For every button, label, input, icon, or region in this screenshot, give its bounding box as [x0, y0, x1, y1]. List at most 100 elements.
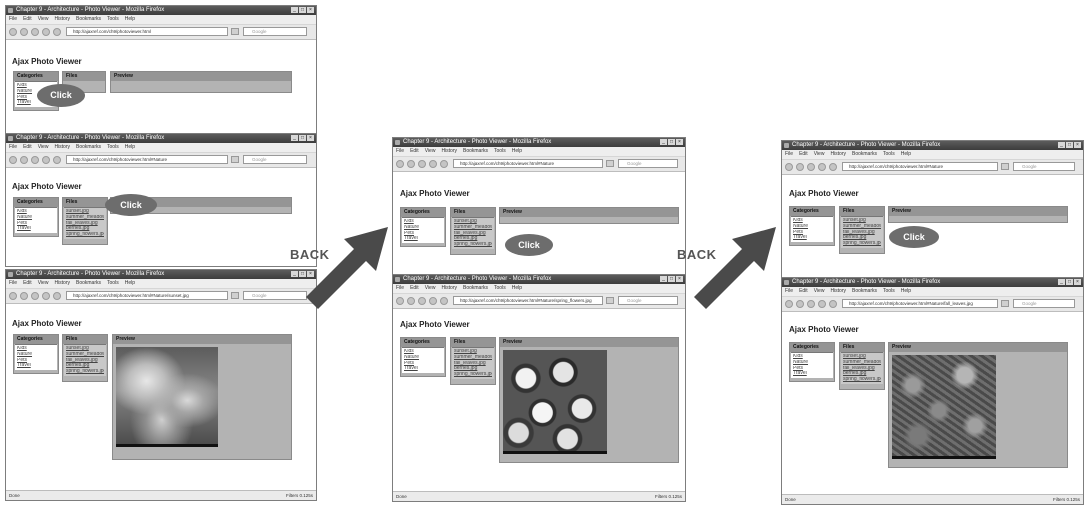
minimize-button[interactable]: _	[1058, 142, 1065, 148]
forward-button-icon[interactable]	[796, 163, 804, 171]
maximize-button[interactable]: □	[299, 135, 306, 141]
close-button[interactable]: ×	[676, 276, 683, 282]
stop-icon[interactable]	[818, 163, 826, 171]
forward-button-icon[interactable]	[20, 28, 28, 36]
menu-tools[interactable]: Tools	[883, 288, 895, 294]
menu-bookmarks[interactable]: Bookmarks	[76, 16, 101, 22]
menu-file[interactable]: File	[396, 148, 404, 154]
forward-button-icon[interactable]	[407, 297, 415, 305]
menu-tools[interactable]: Tools	[883, 151, 895, 157]
close-button[interactable]: ×	[307, 135, 314, 141]
menu-bookmarks[interactable]: Bookmarks	[852, 288, 877, 294]
minimize-button[interactable]: _	[660, 276, 667, 282]
minimize-button[interactable]: _	[291, 271, 298, 277]
menu-view[interactable]: View	[38, 280, 49, 286]
home-icon[interactable]	[440, 160, 448, 168]
reload-icon[interactable]	[418, 160, 426, 168]
forward-button-icon[interactable]	[20, 292, 28, 300]
back-button-icon[interactable]	[396, 160, 404, 168]
address-bar[interactable]: http://ajaxref.com/ch9/photoviewer.html#…	[842, 299, 998, 308]
menu-file[interactable]: File	[9, 144, 17, 150]
menu-bookmarks[interactable]: Bookmarks	[463, 148, 488, 154]
home-icon[interactable]	[829, 300, 837, 308]
menu-bookmarks[interactable]: Bookmarks	[76, 144, 101, 150]
menu-edit[interactable]: Edit	[799, 288, 808, 294]
stop-icon[interactable]	[42, 156, 50, 164]
go-button[interactable]	[231, 28, 239, 35]
reload-icon[interactable]	[807, 163, 815, 171]
search-input[interactable]: Google	[243, 27, 307, 36]
menu-view[interactable]: View	[814, 288, 825, 294]
menu-file[interactable]: File	[396, 285, 404, 291]
reload-icon[interactable]	[31, 156, 39, 164]
home-icon[interactable]	[829, 163, 837, 171]
menu-history[interactable]: History	[54, 144, 70, 150]
menu-history[interactable]: History	[830, 151, 846, 157]
address-bar[interactable]: http://ajaxref.com/ch9/photoviewer.html#…	[842, 162, 998, 171]
menu-edit[interactable]: Edit	[23, 16, 32, 22]
menu-view[interactable]: View	[425, 285, 436, 291]
menu-view[interactable]: View	[38, 144, 49, 150]
search-input[interactable]: Google	[1013, 299, 1075, 308]
back-button-icon[interactable]	[9, 156, 17, 164]
menu-file[interactable]: File	[9, 280, 17, 286]
category-link-travel[interactable]: Travel	[793, 371, 831, 377]
search-input[interactable]: Google	[243, 291, 307, 300]
stop-icon[interactable]	[429, 160, 437, 168]
menu-help[interactable]: Help	[512, 148, 522, 154]
home-icon[interactable]	[53, 292, 61, 300]
maximize-button[interactable]: □	[668, 276, 675, 282]
file-link-spring-flowers[interactable]: spring_flowers.jpg	[843, 377, 881, 383]
stop-icon[interactable]	[429, 297, 437, 305]
search-input[interactable]: Google	[1013, 162, 1075, 171]
menu-tools[interactable]: Tools	[107, 144, 119, 150]
menu-history[interactable]: History	[441, 148, 457, 154]
maximize-button[interactable]: □	[668, 139, 675, 145]
menu-history[interactable]: History	[441, 285, 457, 291]
menu-tools[interactable]: Tools	[107, 280, 119, 286]
menu-edit[interactable]: Edit	[23, 144, 32, 150]
menu-view[interactable]: View	[814, 151, 825, 157]
category-link-travel[interactable]: Travel	[17, 226, 55, 232]
menu-edit[interactable]: Edit	[410, 148, 419, 154]
reload-icon[interactable]	[31, 292, 39, 300]
reload-icon[interactable]	[418, 297, 426, 305]
menu-tools[interactable]: Tools	[107, 16, 119, 22]
menu-help[interactable]: Help	[512, 285, 522, 291]
close-button[interactable]: ×	[1074, 279, 1081, 285]
go-button[interactable]	[1001, 300, 1009, 307]
go-button[interactable]	[231, 292, 239, 299]
file-link-spring-flowers[interactable]: spring_flowers.jpg	[66, 232, 104, 238]
address-bar[interactable]: http://ajaxref.com/ch9/photoviewer.html	[66, 27, 228, 36]
menu-help[interactable]: Help	[125, 280, 135, 286]
file-link-spring-flowers[interactable]: spring_flowers.jpg	[454, 372, 492, 378]
minimize-button[interactable]: _	[291, 7, 298, 13]
forward-button-icon[interactable]	[796, 300, 804, 308]
menu-edit[interactable]: Edit	[410, 285, 419, 291]
back-button-icon[interactable]	[785, 300, 793, 308]
back-button-icon[interactable]	[9, 292, 17, 300]
close-button[interactable]: ×	[1074, 142, 1081, 148]
minimize-button[interactable]: _	[291, 135, 298, 141]
minimize-button[interactable]: _	[660, 139, 667, 145]
stop-icon[interactable]	[42, 292, 50, 300]
menu-file[interactable]: File	[785, 288, 793, 294]
address-bar[interactable]: http://ajaxref.com/ch9/photoviewer.html#…	[66, 291, 228, 300]
go-button[interactable]	[231, 156, 239, 163]
stop-icon[interactable]	[42, 28, 50, 36]
reload-icon[interactable]	[807, 300, 815, 308]
menu-help[interactable]: Help	[125, 144, 135, 150]
category-link-travel[interactable]: Travel	[404, 366, 442, 372]
menu-tools[interactable]: Tools	[494, 285, 506, 291]
forward-button-icon[interactable]	[20, 156, 28, 164]
maximize-button[interactable]: □	[299, 7, 306, 13]
maximize-button[interactable]: □	[1066, 279, 1073, 285]
back-button-icon[interactable]	[396, 297, 404, 305]
back-button-icon[interactable]	[9, 28, 17, 36]
forward-button-icon[interactable]	[407, 160, 415, 168]
go-button[interactable]	[1001, 163, 1009, 170]
menu-view[interactable]: View	[38, 16, 49, 22]
stop-icon[interactable]	[818, 300, 826, 308]
menu-file[interactable]: File	[785, 151, 793, 157]
menu-bookmarks[interactable]: Bookmarks	[76, 280, 101, 286]
